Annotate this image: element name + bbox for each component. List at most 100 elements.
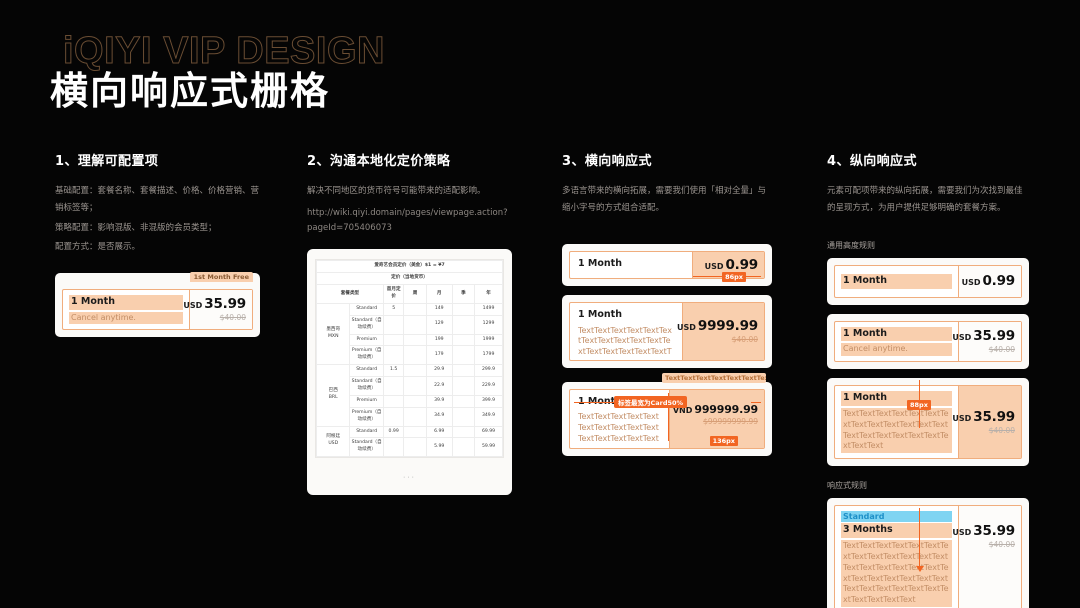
- plan-desc: Cancel anytime.: [841, 343, 952, 357]
- old-price: $40.00: [988, 426, 1015, 436]
- price-line: USD 35.99: [183, 296, 246, 312]
- th-month: 月: [425, 284, 453, 304]
- table-cell-year: 69.99: [474, 425, 503, 439]
- first-month-free-badge: 1st Month Free: [189, 271, 253, 282]
- column-2: 2、沟通本地化定价策略 解决不同地区的货币符号可能带来的适配影响。 http:/…: [307, 150, 512, 496]
- table-cell-week: [403, 314, 427, 335]
- price-card[interactable]: 1 Month TextTextTextTextTextTextTextText…: [569, 301, 765, 361]
- table-cell-quarter: [451, 406, 476, 427]
- column-4-body: 元素可配项带来的纵向拓展，需要我们为次找到最佳的呈现方式，为用户提供足够明确的套…: [827, 183, 1029, 218]
- pricing-table-wrapper: 爱奇艺会员定价（美金）$1 = ¥7 定价（当地货币） 套餐类型 首月定价 周 …: [315, 259, 504, 459]
- price-card[interactable]: 1 Month Cancel anytime. USD 35.99 $40.00: [834, 320, 1022, 363]
- responsive-card-panel-1: 1 Month USD 0.99 86px: [562, 243, 772, 286]
- table-cell-month: 22.9: [425, 376, 453, 396]
- price-card[interactable]: 1 Month TextTextTextTextTextTextTextText…: [834, 380, 1022, 460]
- table-row: 巴西 BRL Standard 1.5 29.9 299.9: [315, 364, 503, 427]
- table-cell-year: 1799: [474, 345, 503, 366]
- table-cell-plan: Standard（自动续费）: [349, 376, 384, 396]
- price-card-left: 1 Month TextTextTextTextTextTextTextText…: [570, 303, 682, 360]
- width-badge: 86px: [722, 271, 746, 282]
- price-card[interactable]: 1 Month USD 0.99: [834, 264, 1022, 298]
- responsive-rule-label: 响应式规则: [827, 481, 867, 491]
- title-zone: iQIYI VIP DESIGN 横向响应式栅格: [50, 26, 570, 122]
- old-price: $40.00: [988, 540, 1015, 550]
- table-row: 墨西哥 MXN Standard 5 149 1499: [315, 302, 503, 366]
- width-badge: 88px: [907, 400, 931, 411]
- plan-name: 1 Month: [69, 294, 183, 310]
- table-cell-plan: Standard: [349, 302, 384, 316]
- table-cell-region: 巴西 BRL: [315, 364, 351, 427]
- price-card-left: 1 Month: [835, 266, 958, 297]
- table-title: 爱奇艺会员定价（美金）$1 = ¥7: [316, 260, 503, 274]
- column-3-cards: 1 Month USD 0.99 86px 1 Month TextTextTe…: [562, 243, 772, 457]
- table-cell-first: 5: [382, 302, 405, 316]
- table-cell-first: [382, 376, 405, 396]
- price-line: USD 9999.99: [677, 318, 758, 334]
- table-cell-month: 5.99: [425, 437, 453, 458]
- price-card-right: USD 0.99: [958, 265, 1021, 297]
- plan-tag: Standard: [841, 511, 952, 523]
- table-cell-month: 179: [425, 345, 453, 366]
- table-cell-plan: Premium: [349, 394, 384, 408]
- table-cell-plan: Standard: [349, 364, 384, 378]
- table-cell-week: [403, 333, 427, 347]
- price-line: USD 0.99: [961, 273, 1016, 290]
- table-cell-month: 29.9: [425, 364, 453, 378]
- measure-divider: [919, 508, 920, 569]
- table-cell-first: [382, 314, 405, 335]
- max-width-note-badge: 标签最宽为Card50%: [614, 395, 688, 408]
- column-3-heading: 3、横向响应式: [562, 154, 652, 169]
- table-cell-week: [403, 425, 427, 439]
- currency-label: USD: [704, 261, 724, 271]
- column-1-para-2: 策略配置：影响混版、非混版的会员类型；: [55, 222, 217, 233]
- table-cell-quarter: [451, 437, 476, 458]
- price-line: USD 35.99: [952, 328, 1015, 344]
- plan-desc: TextTextTextTextTextTextTextTextTextText…: [841, 540, 952, 608]
- table-cell-region: 墨西哥 MXN: [315, 302, 351, 366]
- plan-desc: TextTextTextTextTextTextTextTextTextText…: [841, 408, 952, 454]
- vertical-card-panel-2: 1 Month Cancel anytime. USD 35.99 $40.00: [827, 313, 1029, 370]
- table-cell-plan: Standard（自动续费）: [349, 314, 384, 335]
- plan-name: 1 Month: [578, 257, 622, 269]
- table-cell-year: 229.9: [474, 376, 503, 396]
- column-1-para-3: 配置方式：是否展示。: [55, 242, 141, 253]
- responsive-card-panel-3: TextTextTextTextTextTextTextT... 1 Month…: [562, 372, 772, 457]
- price-amount: 35.99: [973, 409, 1015, 426]
- column-4-cards-group-1: 1 Month USD 0.99 1 Month Cancel anytime.…: [827, 257, 1029, 467]
- price-amount: 0.99: [982, 273, 1015, 290]
- price-card-right: USD 35.99 $40.00: [183, 289, 252, 330]
- plan-name: 1 Month: [578, 308, 622, 320]
- price-card[interactable]: 1 Month TextTextTextTextTextTextTextText…: [569, 388, 765, 450]
- responsive-card-panel-2: 1 Month TextTextTextTextTextTextTextText…: [562, 294, 772, 368]
- vertical-card-panel-3: 1 Month TextTextTextTextTextTextTextText…: [827, 378, 1029, 467]
- th-first-price: 首月定价: [382, 284, 405, 304]
- measure-line-right: [751, 401, 761, 403]
- table-cell-week: [403, 302, 427, 316]
- slide-canvas: iQIYI VIP DESIGN 横向响应式栅格 1、理解可配置项 基础配置：套…: [0, 0, 1080, 608]
- price-card-right: USD 35.99 $40.00: [952, 386, 1021, 459]
- price-card[interactable]: Standard 3 Months TextTextTextTextTextTe…: [834, 505, 1022, 608]
- column-1-heading: 1、理解可配置项: [55, 154, 159, 169]
- table-cell-quarter: [451, 394, 476, 408]
- table-cell-first: [382, 345, 405, 366]
- old-price: $40.00: [219, 313, 246, 323]
- price-card[interactable]: 1 Month Cancel anytime. USD 35.99 $40.00: [62, 288, 253, 331]
- table-cell-first: 0.99: [382, 425, 405, 439]
- plan-name: 1 Month: [841, 273, 952, 289]
- table-cell-month: 149: [425, 302, 453, 316]
- wiki-link[interactable]: http://wiki.qiyi.domain/pages/viewpage.a…: [307, 206, 512, 235]
- column-1-card-panel: 1st Month Free 1 Month Cancel anytime. U…: [55, 271, 260, 338]
- price-card[interactable]: 1 Month USD 0.99 86px: [569, 250, 765, 282]
- table-cell-region: 阿根廷 USD: [315, 425, 351, 458]
- table-cell-quarter: [451, 425, 476, 439]
- width-badge: 136px: [709, 436, 738, 447]
- table-cell-year: 59.99: [474, 437, 503, 458]
- plan-desc: TextTextTextTextTextTextTextTextTextText…: [578, 412, 659, 444]
- currency-label: USD: [961, 278, 981, 288]
- column-3-body: 多语言带来的横向拓展，需要我们使用「相对全量」与缩小字号的方式组合适配。: [562, 183, 772, 218]
- column-2-body: 解决不同地区的货币符号可能带来的适配影响。: [307, 183, 512, 200]
- plan-desc: TextTextTextTextTextTextTextTextTextText…: [578, 325, 672, 355]
- column-3-para-1: 多语言带来的横向拓展，需要我们使用「相对全量」与缩小字号的方式组合适配。: [562, 186, 767, 214]
- table-cell-week: [403, 345, 427, 366]
- overflow-tag-badge: TextTextTextTextTextTextTextT...: [662, 372, 766, 383]
